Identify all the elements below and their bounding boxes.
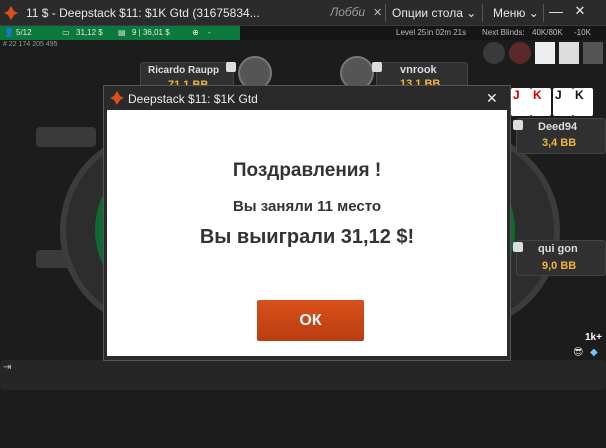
finish-place: Вы заняли 11 место — [232, 198, 382, 215]
side-count: 1k+ — [585, 332, 602, 343]
seat-rail — [36, 127, 96, 147]
table-toolbar — [483, 42, 603, 64]
title-bar: 11 $ - Deepstack $11: $1K Gtd (31675834.… — [0, 0, 606, 26]
divider — [482, 4, 483, 22]
crosshair-icon: ⊕ — [192, 28, 199, 37]
roulette-icon[interactable] — [509, 42, 531, 64]
minimize-icon[interactable]: — — [549, 3, 563, 19]
close-icon[interactable]: ✕ — [571, 3, 589, 21]
menu-label: Меню — [493, 6, 526, 20]
close-icon[interactable]: ✕ — [486, 90, 498, 107]
hole-card: J — [511, 88, 531, 116]
chevron-down-icon: ⌄ — [528, 6, 539, 20]
table-edge — [0, 360, 606, 390]
players-icon: 👤 — [4, 28, 14, 37]
hole-card: J — [553, 88, 573, 116]
player-name: qui gon — [538, 243, 578, 255]
brand-logo-icon — [4, 5, 18, 20]
note-icon[interactable] — [513, 242, 523, 252]
next-blinds-label: Next Blinds: — [482, 28, 525, 37]
table-options-button[interactable]: Опции стола ⌄ — [392, 6, 476, 20]
note-icon[interactable] — [513, 120, 523, 130]
football-icon[interactable] — [483, 42, 505, 64]
exit-icon[interactable]: ⇥ — [3, 362, 11, 373]
congrats-heading: Поздравления ! — [232, 160, 382, 181]
ok-button[interactable]: ОК — [257, 300, 364, 341]
player-name: Ricardo Raupp — [148, 65, 220, 76]
brand-logo-icon — [110, 91, 124, 105]
rebuy-icon[interactable] — [583, 42, 603, 64]
tournament-id: # 22 174 205 495 — [3, 41, 58, 48]
hole-card: K — [531, 88, 551, 116]
diamond-icon[interactable]: ◆ — [590, 347, 598, 358]
chevron-down-icon: ⌄ — [466, 6, 477, 20]
status-bar: 👤 5/12 ▭ 31,12 $ ▤ 9 | 36,01 $ ⊕ - Level… — [0, 26, 606, 40]
slots-icon[interactable] — [559, 42, 579, 64]
dialog-header: Deepstack $11: $1K Gtd ✕ — [104, 86, 510, 110]
pin-icon[interactable]: ✕ — [373, 6, 382, 19]
player-name: vnrook — [400, 64, 437, 76]
player-stack: 9,0 BB — [542, 260, 577, 272]
players-count: 5/12 — [16, 28, 32, 37]
hole-card: K — [573, 88, 593, 116]
dialog-title: Deepstack $11: $1K Gtd — [128, 92, 258, 106]
tickets-value: 9 | 36,01 $ — [132, 28, 170, 37]
prize-amount: 31,12 $ — [76, 28, 103, 37]
cards-icon[interactable] — [535, 42, 555, 64]
menu-button[interactable]: Меню ⌄ — [493, 6, 539, 20]
window-title: 11 $ - Deepstack $11: $1K Gtd (31675834.… — [26, 5, 260, 20]
prize-icon: ▭ — [62, 28, 70, 37]
table-options-label: Опции стола — [392, 6, 463, 20]
next-blinds-value: 40K/80K — [532, 28, 563, 37]
lobby-tab[interactable]: Лобби — [330, 5, 368, 19]
level: Level 25 — [396, 28, 427, 37]
divider — [385, 4, 386, 22]
level-time: in 02m 21s — [427, 28, 467, 37]
emoji-icon[interactable]: 😎 — [573, 347, 583, 358]
tournament-info-bar: 👤 5/12 ▭ 31,12 $ ▤ 9 | 36,01 $ ⊕ - — [0, 26, 240, 40]
note-icon[interactable] — [226, 62, 236, 72]
winnings: Вы выиграли 31,12 $! — [199, 226, 415, 248]
congratulations-dialog: Deepstack $11: $1K Gtd ✕ Поздравления ! … — [103, 85, 511, 361]
dialog-body: Поздравления ! Вы заняли 11 место Вы выи… — [107, 110, 507, 356]
dash-value: - — [208, 28, 211, 37]
note-icon[interactable] — [372, 62, 382, 72]
chips-icon: ▤ — [118, 28, 126, 37]
divider — [543, 4, 544, 22]
player-name: Deed94 — [538, 121, 578, 133]
player-stack: 3,4 BB — [542, 137, 577, 149]
ante-value: -10K — [574, 28, 591, 37]
